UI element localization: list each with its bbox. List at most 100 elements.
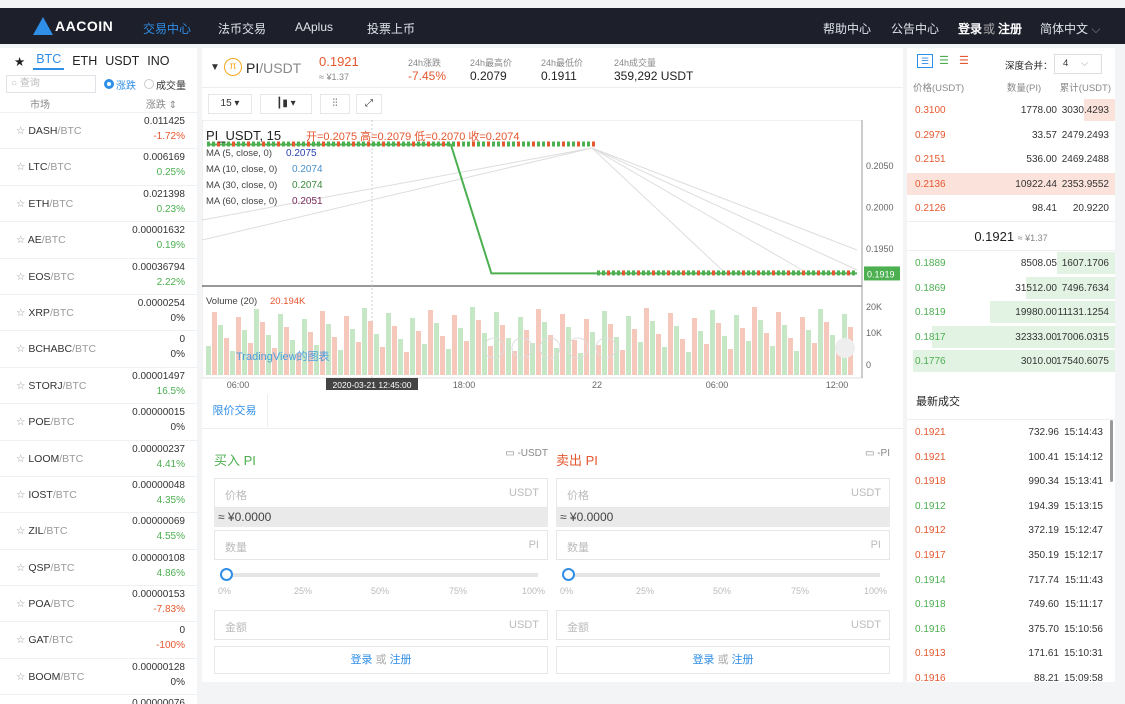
market-row[interactable]: ☆ IOST/BTC 0.00000048 4.35% (0, 475, 197, 512)
buy-total-input[interactable]: 金额 USDT (214, 610, 548, 640)
market-row[interactable]: ☆ DASH/BTC 0.011425 -1.72% (0, 112, 197, 148)
volume-bar (464, 341, 469, 375)
market-row[interactable]: ☆ AE/BTC 0.00001632 0.19% (0, 221, 197, 257)
ask-row[interactable]: 0.2136 10922.44 2353.9552 (907, 172, 1115, 197)
wallet-icon: ▭ (864, 448, 875, 459)
scroll-right-button[interactable] (835, 338, 855, 358)
nav-language[interactable]: 简体中文 ⌵ (1040, 20, 1100, 37)
market-row[interactable]: ☆ QSP/BTC 0.00000108 4.86% (0, 548, 197, 585)
star-icon[interactable]: ☆ (16, 525, 28, 537)
nav-aaplus[interactable]: AAplus (295, 20, 333, 34)
market-row[interactable]: ☆ GAT/BTC 0 -100% (0, 621, 197, 657)
depth-merge-select[interactable]: 4 ⌵ (1054, 54, 1102, 74)
market-change: -100% (156, 640, 185, 652)
market-row[interactable]: ☆ ZIL/BTC 0.00000069 4.55% (0, 512, 197, 548)
interval-select[interactable]: 15 ▾ (208, 94, 252, 114)
sell-amount-input[interactable]: 数量 PI (556, 530, 890, 560)
nav-or: 或 (983, 22, 996, 36)
market-price: 0.021398 (143, 188, 185, 200)
star-icon[interactable]: ☆ (16, 562, 28, 574)
tab-ino[interactable]: INO (147, 54, 169, 68)
sell-percent-slider[interactable] (562, 568, 884, 584)
volume-tick: 0 (866, 360, 871, 370)
star-icon[interactable]: ☆ (16, 416, 28, 428)
market-row[interactable]: ☆ BOOM/BTC 0.00000128 0% (0, 657, 197, 694)
bid-row[interactable]: 0.1889 8508.05 1607.1706 (907, 251, 1115, 276)
bid-row[interactable]: 0.1776 3010.00 17540.6075 (907, 349, 1115, 374)
star-icon[interactable]: ☆ (16, 161, 28, 173)
ask-row[interactable]: 0.2979 33.57 2479.2493 (907, 123, 1115, 148)
nav-help[interactable]: 帮助中心 (823, 20, 871, 37)
sell-total-input[interactable]: 金额 USDT (556, 610, 890, 640)
star-icon[interactable]: ☆ (16, 380, 28, 392)
sort-volume-radio[interactable] (144, 79, 154, 89)
nav-notice[interactable]: 公告中心 (891, 20, 939, 37)
view-asks-icon[interactable]: ☰ (959, 54, 969, 67)
buy-login-button[interactable]: 登录 或 注册 (214, 646, 548, 674)
nav-fiat[interactable]: 法币交易 (218, 20, 266, 37)
bid-row[interactable]: 0.1869 31512.00 7496.7634 (907, 276, 1115, 301)
ask-row[interactable]: 0.2151 536.00 2469.2488 (907, 147, 1115, 172)
market-row[interactable]: ☆ LOOM/BTC 0.00000237 4.41% (0, 439, 197, 476)
star-icon[interactable]: ☆ (16, 343, 28, 355)
pair-dropdown-icon[interactable]: ▼ (210, 62, 220, 73)
star-icon[interactable]: ☆ (16, 125, 28, 137)
indicators-button[interactable]: ⫶⫶ (320, 94, 350, 114)
nav-login[interactable]: 登录 (958, 20, 982, 37)
nav-trade-center[interactable]: 交易中心 (143, 20, 191, 37)
buy-percent-slider[interactable] (220, 568, 542, 584)
star-icon[interactable]: ☆ (16, 453, 28, 465)
tab-eth[interactable]: ETH (72, 54, 97, 68)
volume-bar (386, 313, 391, 375)
view-bids-icon[interactable]: ☰ (939, 54, 949, 67)
nav-vote[interactable]: 投票上币 (367, 20, 415, 37)
buy-price-input[interactable]: 价格 USDT (214, 478, 548, 508)
market-row[interactable]: ☆ STORJ/BTC 0.00001497 16.5% (0, 366, 197, 403)
star-icon[interactable]: ☆ (16, 489, 28, 501)
sell-login-button[interactable]: 登录 或 注册 (556, 646, 890, 674)
fullscreen-button[interactable]: ⤢ (356, 94, 382, 114)
star-icon[interactable]: ☆ (16, 307, 28, 319)
market-row[interactable]: ☆ POE/BTC 0.00000015 0% (0, 403, 197, 439)
volume-bar (488, 346, 493, 375)
buy-amount-input[interactable]: 数量 PI (214, 530, 548, 560)
market-row[interactable]: ☆ ETH/BTC 0.021398 0.23% (0, 184, 197, 221)
market-row[interactable]: ☆ BURST/BTC0.00000076-12.64% (0, 694, 197, 704)
ask-row[interactable]: 0.2126 98.41 20.9220 (907, 196, 1115, 221)
market-row[interactable]: ☆ XRP/BTC 0.0000254 0% (0, 293, 197, 330)
sell-price-input[interactable]: 价格 USDT (556, 478, 890, 508)
star-icon[interactable]: ☆ (16, 598, 28, 610)
trade-row: 0.1918 749.60 15:11:17 (915, 599, 1103, 611)
tab-usdt[interactable]: USDT (105, 54, 139, 68)
volume-bar (830, 335, 835, 375)
price-chart[interactable]: PI_USDT, 15 开=0.2075 高=0.2079 低=0.2070 收=… (201, 119, 903, 391)
market-row[interactable]: ☆ EOS/BTC 0.00036794 2.22% (0, 257, 197, 294)
bid-row[interactable]: 0.1817 32333.00 17006.0315 (907, 325, 1115, 350)
volume-bar (212, 312, 217, 375)
market-row[interactable]: ☆ BCHABC/BTC 0 0% (0, 330, 197, 366)
star-icon[interactable]: ☆ (16, 198, 28, 210)
volume-bar (326, 324, 331, 375)
star-icon[interactable]: ☆ (16, 234, 28, 246)
brand-logo[interactable]: AACOIN (33, 17, 113, 35)
sort-change-radio[interactable] (104, 79, 114, 89)
view-both-icon[interactable]: ☰ (917, 54, 933, 68)
ask-row[interactable]: 0.3100 1778.00 3030.4293 (907, 98, 1115, 123)
star-icon[interactable]: ☆ (16, 271, 28, 283)
star-icon[interactable]: ☆ (16, 634, 28, 646)
tab-btc[interactable]: BTC (33, 52, 65, 70)
volume-bar (404, 352, 409, 375)
tab-limit-order[interactable]: 限价交易 (202, 394, 268, 428)
sort-change-header[interactable]: 涨跌 ⇕ (146, 96, 177, 111)
favorites-star-icon[interactable]: ★ (14, 54, 25, 69)
market-row[interactable]: ☆ LTC/BTC 0.006169 0.25% (0, 148, 197, 184)
star-icon[interactable]: ☆ (16, 671, 28, 683)
chart-type-select[interactable]: ┃▮ ▾ (260, 94, 312, 114)
candle (292, 141, 295, 147)
market-search-input[interactable]: ○ 查询 (6, 75, 96, 93)
trades-scrollbar[interactable] (1110, 420, 1113, 482)
nav-register[interactable]: 注册 (998, 20, 1022, 37)
bid-row[interactable]: 0.1819 19980.00 11131.1254 (907, 300, 1115, 325)
market-row[interactable]: ☆ POA/BTC 0.00000153 -7.83% (0, 585, 197, 621)
volume-bar (278, 314, 283, 375)
